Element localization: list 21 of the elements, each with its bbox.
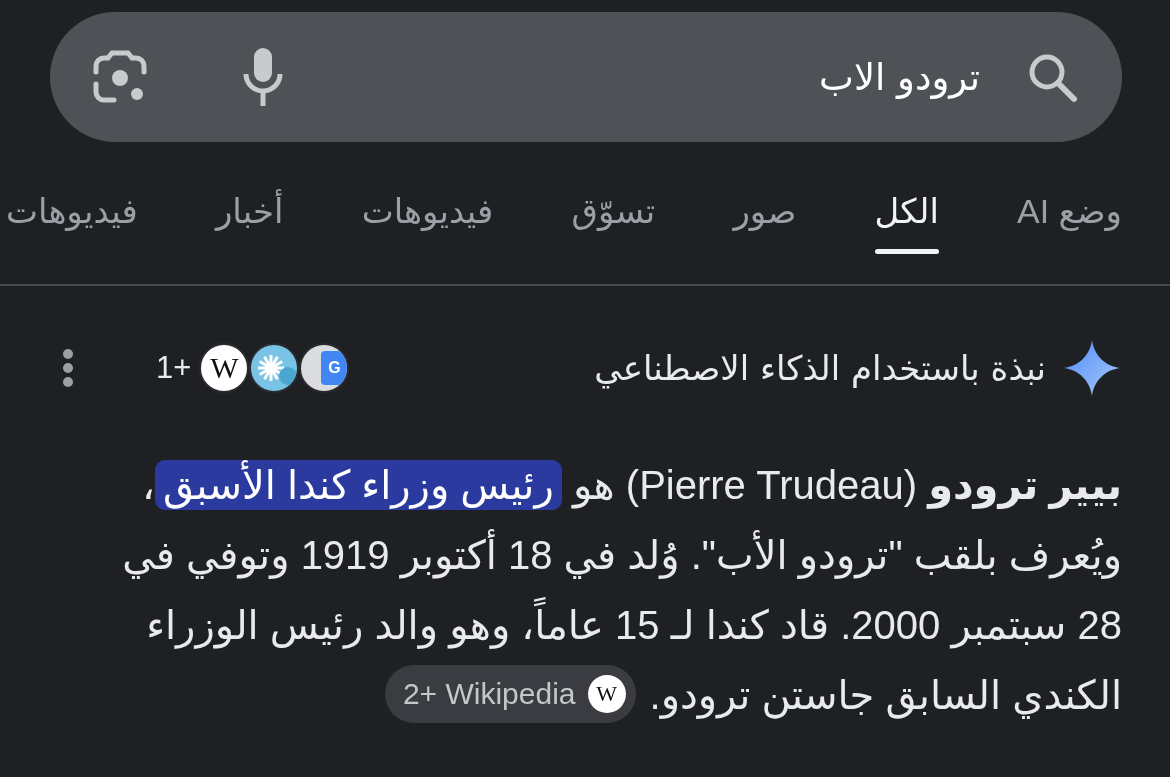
- tab[interactable]: تسوّق: [571, 190, 656, 254]
- tab[interactable]: فيديوهات: [6, 190, 138, 254]
- sparkle-icon: [1064, 340, 1120, 396]
- w-logo-icon: W: [587, 675, 626, 714]
- camera-icon: [92, 50, 148, 104]
- w-logo-icon[interactable]: W: [199, 343, 250, 393]
- more-options-button[interactable]: [62, 348, 74, 388]
- burst-logo-icon[interactable]: [249, 343, 300, 393]
- search-input[interactable]: ترودو الاب: [286, 46, 980, 108]
- g-logo-icon[interactable]: G: [299, 343, 350, 393]
- tab[interactable]: أخبار: [215, 190, 284, 254]
- search-bar[interactable]: ترودو الاب: [50, 12, 1122, 142]
- image-search-button[interactable]: [92, 50, 148, 104]
- more-sources-count[interactable]: 1+: [156, 350, 192, 386]
- tab[interactable]: وضع AI: [1017, 190, 1122, 254]
- tab[interactable]: فيديوهات: [361, 190, 494, 254]
- more-options-icon: [62, 348, 74, 388]
- source-chip[interactable]: 2+ Wikipedia W: [384, 665, 636, 724]
- overview-title: نبذة باستخدام الذكاء الاصطناعي: [594, 348, 1046, 388]
- tab[interactable]: صور: [733, 190, 797, 254]
- tab[interactable]: الكل: [874, 190, 939, 254]
